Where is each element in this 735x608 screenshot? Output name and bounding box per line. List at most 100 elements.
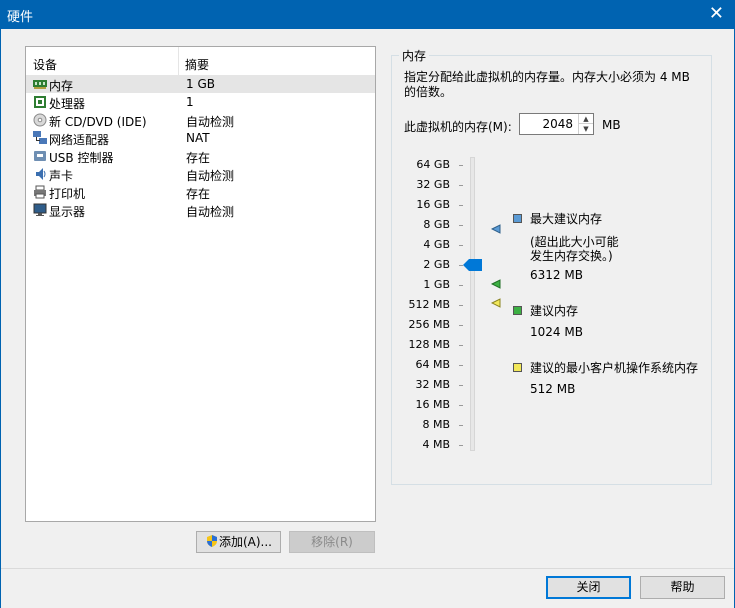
min-guest-os-title: 建议的最小客户机操作系统内存 (530, 361, 699, 375)
usb-icon (34, 151, 46, 161)
device-summary: 1 GB (186, 77, 215, 91)
add-button-label: 添加(A)... (218, 535, 273, 549)
hardware-dialog: 硬件 ✕ 设备 摘要 内存 1 GB 处理器 1 新 CD/DVD (IDE) … (0, 0, 735, 608)
network-adapter-icon (33, 131, 47, 144)
device-name: 处理器 (49, 97, 86, 111)
cd-dvd-icon (33, 113, 47, 127)
scale-tick (459, 425, 463, 426)
device-row-network-adapter[interactable]: 网络适配器 NAT (26, 129, 375, 147)
device-list[interactable]: 设备 摘要 内存 1 GB 处理器 1 新 CD/DVD (IDE) 自动检测 … (25, 46, 376, 522)
max-recommended-legend-swatch (513, 214, 522, 223)
recommended-marker-icon (491, 279, 501, 289)
scale-tick (459, 205, 463, 206)
scale-tick (459, 325, 463, 326)
device-row-usb-controller[interactable]: USB 控制器 存在 (26, 147, 375, 165)
scale-label: 128 MB (408, 338, 450, 351)
device-row-processor[interactable]: 处理器 1 (26, 93, 375, 111)
scale-label: 16 GB (416, 198, 450, 211)
device-name: USB 控制器 (49, 151, 114, 165)
scale-tick (459, 345, 463, 346)
scale-tick (459, 245, 463, 246)
recommended-title: 建议内存 (530, 304, 579, 318)
device-summary: 自动检测 (186, 115, 235, 129)
device-row-cd-dvd[interactable]: 新 CD/DVD (IDE) 自动检测 (26, 111, 375, 129)
device-name: 内存 (49, 79, 74, 93)
scale-label: 8 MB (422, 418, 450, 431)
decrement-icon[interactable]: ▼ (579, 124, 593, 134)
scale-tick (459, 285, 463, 286)
scale-label: 32 MB (415, 378, 450, 391)
help-button[interactable]: 帮助 (640, 576, 725, 599)
min-guest-os-value: 512 MB (530, 382, 576, 396)
device-row-display[interactable]: 显示器 自动检测 (26, 201, 375, 219)
scale-label: 16 MB (415, 398, 450, 411)
scale-tick (459, 225, 463, 226)
scale-label: 8 GB (423, 218, 450, 231)
max-recommended-title: 最大建议内存 (530, 212, 603, 226)
device-summary: 自动检测 (186, 205, 235, 219)
uac-shield-icon (206, 535, 217, 547)
device-name: 打印机 (49, 187, 86, 201)
spinner-buttons: ▲ ▼ (578, 114, 593, 134)
memory-slider-track[interactable] (470, 157, 475, 451)
device-summary: 1 (186, 95, 194, 109)
scale-tick (459, 385, 463, 386)
scale-label: 2 GB (423, 258, 450, 271)
scale-tick (459, 165, 463, 166)
scale-tick (459, 305, 463, 306)
device-row-printer[interactable]: 打印机 存在 (26, 183, 375, 201)
sound-card-icon (36, 168, 46, 180)
column-header-summary[interactable]: 摘要 (185, 56, 209, 73)
device-summary: NAT (186, 131, 210, 145)
recommended-value: 1024 MB (530, 325, 583, 339)
add-device-button[interactable]: 添加(A)... (196, 531, 281, 553)
scale-label: 64 GB (416, 158, 450, 171)
display-icon (33, 203, 47, 216)
memory-icon (33, 80, 47, 89)
scale-tick (459, 445, 463, 446)
scale-label: 64 MB (415, 358, 450, 371)
scale-label: 32 GB (416, 178, 450, 191)
scale-label: 512 MB (408, 298, 450, 311)
title-bar: 硬件 ✕ (1, 1, 734, 29)
memory-description: 指定分配给此虚拟机的内存量。内存大小必须为 4 MB 的倍数。 (404, 70, 690, 99)
remove-device-button[interactable]: 移除(R) (289, 531, 375, 553)
recommended-legend-swatch (513, 306, 522, 315)
memory-size-input[interactable]: 2048 (542, 117, 573, 131)
max-recommended-note-line2: 发生内存交换。) (530, 249, 613, 263)
device-summary: 存在 (186, 187, 211, 201)
device-name: 显示器 (49, 205, 86, 219)
min-guest-os-marker-icon (491, 298, 501, 308)
column-divider[interactable] (178, 47, 179, 75)
printer-icon (34, 185, 46, 199)
scale-label: 4 MB (422, 438, 450, 451)
memory-slider-thumb-icon[interactable] (463, 259, 483, 271)
device-name: 网络适配器 (49, 133, 110, 147)
device-row-sound-card[interactable]: 声卡 自动检测 (26, 165, 375, 183)
device-name: 声卡 (49, 169, 74, 183)
scale-label: 256 MB (408, 318, 450, 331)
close-window-icon[interactable]: ✕ (709, 4, 724, 24)
scale-label: 4 GB (423, 238, 450, 251)
memory-group-title: 内存 (399, 47, 430, 64)
max-recommended-marker-icon (491, 224, 501, 234)
close-button[interactable]: 关闭 (546, 576, 631, 599)
memory-field-label: 此虚拟机的内存(M): (404, 120, 512, 134)
scale-tick (459, 405, 463, 406)
device-summary: 自动检测 (186, 169, 235, 183)
device-name: 新 CD/DVD (IDE) (49, 115, 147, 129)
device-row-memory[interactable]: 内存 1 GB (26, 75, 375, 93)
column-header-device[interactable]: 设备 (33, 56, 57, 73)
scale-tick (459, 365, 463, 366)
max-recommended-value: 6312 MB (530, 268, 583, 282)
processor-icon (34, 96, 46, 108)
device-summary: 存在 (186, 151, 211, 165)
device-list-header: 设备 摘要 (26, 47, 375, 75)
scale-label: 1 GB (423, 278, 450, 291)
min-guest-os-legend-swatch (513, 363, 522, 372)
memory-size-spinner[interactable]: 2048 ▲ ▼ (519, 113, 594, 135)
window-title: 硬件 (7, 10, 34, 25)
scale-tick (459, 185, 463, 186)
memory-unit: MB (602, 118, 621, 132)
increment-icon[interactable]: ▲ (579, 114, 593, 124)
